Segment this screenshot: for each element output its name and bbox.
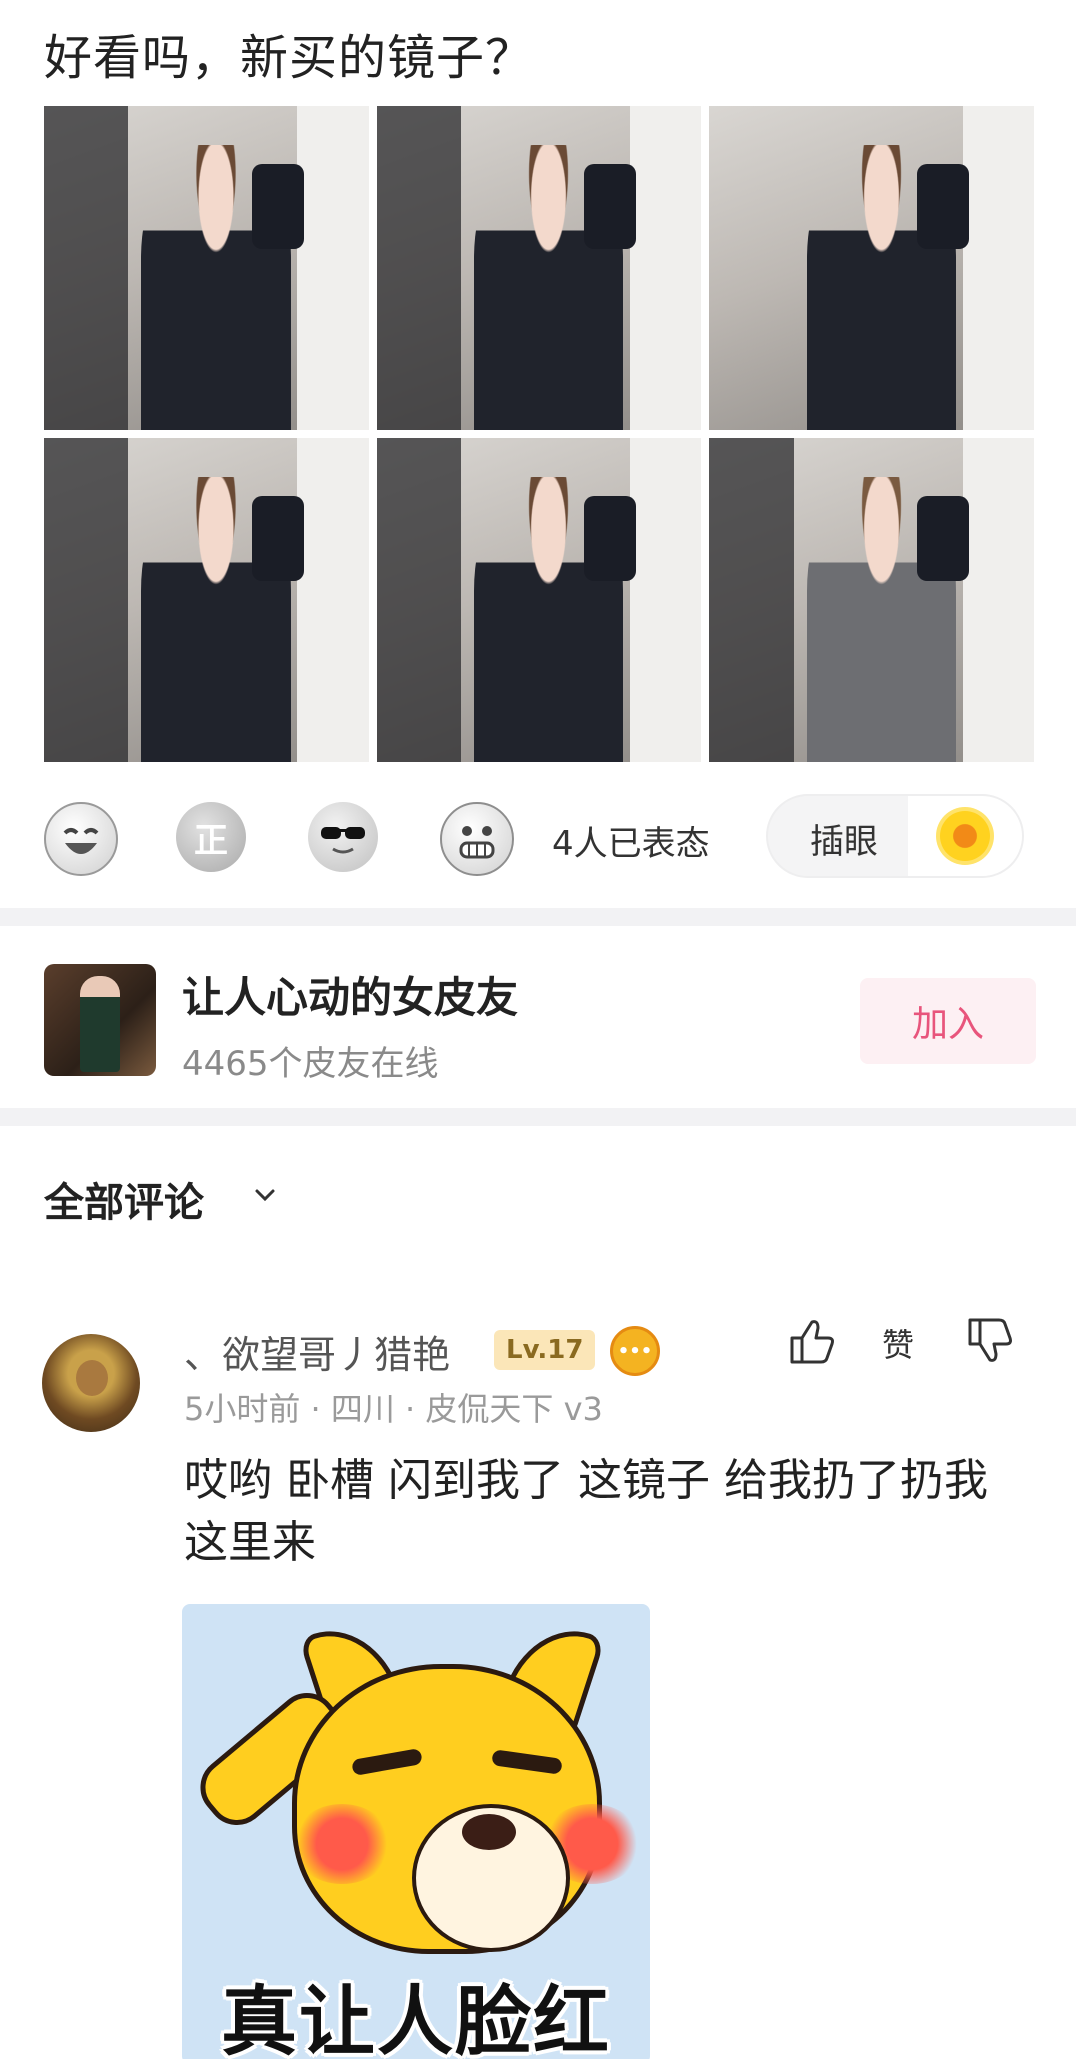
comment-username[interactable]: 、欲望哥丿猎艳 xyxy=(184,1324,450,1379)
group-avatar xyxy=(44,964,156,1076)
photo-3[interactable] xyxy=(709,106,1034,430)
zheng-emoji-icon[interactable]: 正 xyxy=(176,802,246,872)
group-online-count: 4465个皮友在线 xyxy=(182,1044,439,1084)
group-card[interactable]: 让人心动的女皮友 4465个皮友在线 加入 xyxy=(0,930,1076,1110)
section-divider xyxy=(0,908,1076,926)
comments-sort-toggle[interactable]: 全部评论 xyxy=(44,1170,275,1226)
sunglasses-emoji-icon[interactable] xyxy=(308,802,378,872)
photo-grid xyxy=(44,106,1034,762)
avatar[interactable] xyxy=(42,1334,140,1432)
sticker-image[interactable]: 真让人脸红 xyxy=(182,1604,650,2059)
sunflower-icon xyxy=(908,796,1022,876)
photo-4[interactable] xyxy=(44,438,369,762)
bookmark-chip-label: 插眼 xyxy=(810,822,878,862)
level-badge: Lv.17 xyxy=(494,1330,596,1370)
comment-item: 、欲望哥丿猎艳 Lv.17 ••• 5小时前 · 四川 · 皮侃天下 v3 赞 … xyxy=(0,1300,1076,2059)
comments-header-title: 全部评论 xyxy=(44,1180,204,1226)
photo-2[interactable] xyxy=(376,106,702,430)
bookmark-chip[interactable]: 插眼 xyxy=(766,794,1024,878)
grin-emoji-icon[interactable] xyxy=(440,802,514,876)
reaction-bar: 正 4人已表态 插眼 xyxy=(44,790,1034,890)
laugh-emoji-icon[interactable] xyxy=(44,802,118,876)
photo-5[interactable] xyxy=(376,438,702,762)
join-group-button[interactable]: 加入 xyxy=(860,978,1036,1064)
section-divider xyxy=(0,1108,1076,1126)
sticker-caption: 真让人脸红 xyxy=(221,1977,611,2059)
comment-text: 哎哟 卧槽 闪到我了 这镜子 给我扔了扔我这里来 xyxy=(184,1455,988,1568)
thumbs-down-icon[interactable] xyxy=(962,1314,1016,1368)
post-page: 好看吗，新买的镜子？ 正 4人已表态 插眼 让人心动的女皮友 4465个皮友在线… xyxy=(0,0,1076,2059)
medal-icon: ••• xyxy=(610,1326,660,1376)
chevron-down-icon xyxy=(255,1189,275,1202)
thumbs-up-icon[interactable] xyxy=(784,1314,838,1368)
group-name: 让人心动的女皮友 xyxy=(182,973,519,1022)
photo-6[interactable] xyxy=(709,438,1034,762)
like-label[interactable]: 赞 xyxy=(882,1320,914,1366)
reaction-count: 4人已表态 xyxy=(552,824,710,864)
comment-meta: 5小时前 · 四川 · 皮侃天下 v3 xyxy=(184,1390,603,1428)
photo-1[interactable] xyxy=(44,106,369,430)
post-title: 好看吗，新买的镜子？ xyxy=(44,30,535,86)
